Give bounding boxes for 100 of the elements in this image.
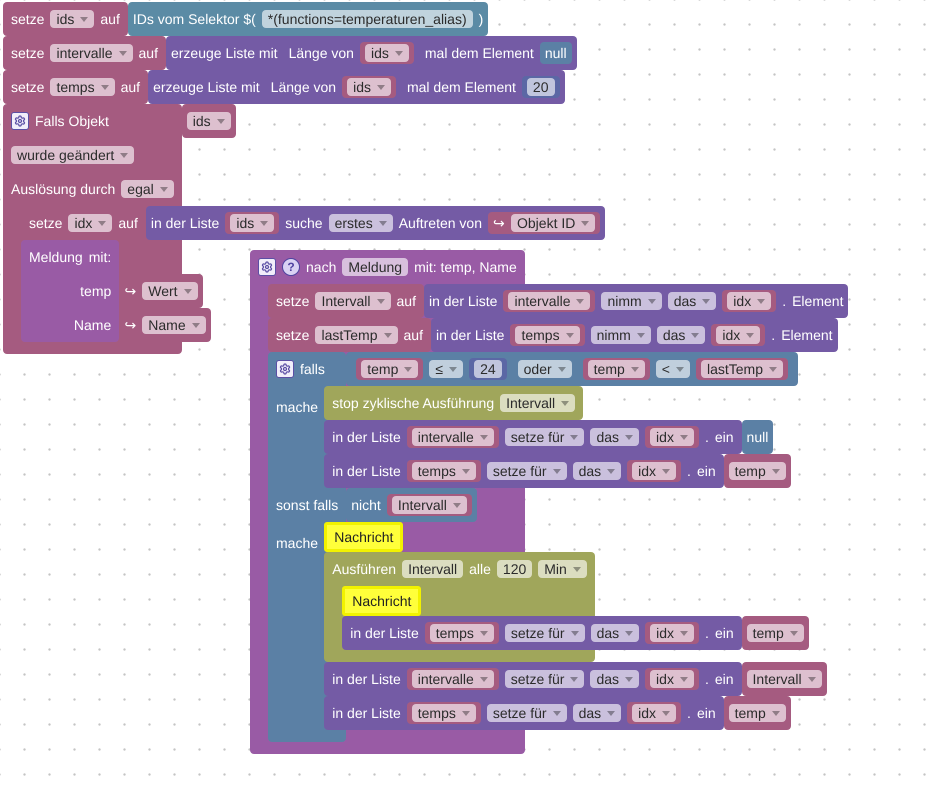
input-field[interactable]: *(functions=temperaturen_alias) (262, 10, 473, 28)
block-label: IDs vom Selektor $( (132, 10, 256, 28)
block-label: ein (696, 462, 716, 480)
block-label: Element (792, 292, 844, 310)
dropdown-field[interactable]: intervalle (412, 670, 494, 688)
gear-icon[interactable] (11, 112, 29, 130)
dropdown-field[interactable]: das (590, 624, 640, 642)
dropdown-field[interactable]: idx (650, 624, 694, 642)
input-field[interactable]: Meldung (342, 258, 408, 276)
caret-icon (561, 400, 570, 406)
dropdown-field[interactable]: wurde geändert (11, 146, 134, 164)
dropdown-field[interactable]: temp (746, 624, 804, 642)
dropdown-field[interactable]: das (590, 428, 640, 446)
caret-icon (570, 676, 578, 682)
dropdown-field[interactable]: das (590, 670, 640, 688)
dropdown-field[interactable]: lastTemp (700, 360, 784, 378)
input-field[interactable]: 120 (496, 560, 532, 578)
dropdown-field[interactable]: ids (186, 112, 231, 130)
dropdown-field[interactable]: Min (538, 560, 587, 578)
dropdown-field[interactable]: lastTemp (315, 326, 398, 344)
dropdown-field[interactable]: temps (515, 326, 580, 344)
block-label: ) (478, 10, 484, 28)
block-label: mit: temp, Name (414, 258, 517, 276)
dropdown-field[interactable]: das (572, 704, 622, 722)
dropdown-field[interactable]: setze für (504, 428, 584, 446)
dropdown-field[interactable]: temps (430, 624, 494, 642)
caret-icon (100, 84, 109, 90)
dropdown-field[interactable]: oder (518, 360, 572, 378)
gear-icon[interactable] (276, 360, 294, 378)
caret-icon (702, 298, 710, 304)
input-field[interactable]: Intervall (402, 560, 464, 578)
caret-icon (691, 332, 700, 338)
dropdown-field[interactable]: setze für (504, 624, 585, 642)
dropdown-field[interactable]: idx (68, 214, 112, 232)
dropdown-field[interactable]: Objekt ID (511, 214, 596, 232)
dropdown-field[interactable]: intervalle (412, 428, 494, 446)
dropdown-field[interactable]: egal (121, 180, 174, 198)
input-field[interactable]: 24 (474, 360, 502, 378)
dropdown-field[interactable]: das (572, 462, 622, 480)
dropdown-field[interactable]: idx (650, 428, 694, 446)
dropdown-field[interactable]: Name (142, 316, 206, 334)
dropdown-field[interactable]: intervalle (508, 292, 590, 310)
dropdown-field[interactable]: ids (50, 10, 94, 28)
comment-note: Nachricht (342, 586, 422, 616)
dropdown-field[interactable]: temps (412, 462, 476, 480)
dropdown-field[interactable]: setze für (504, 670, 584, 688)
dropdown-field[interactable]: temp (361, 360, 418, 378)
dropdown-field[interactable]: temps (412, 704, 476, 722)
block-label: nach (306, 258, 336, 276)
block-label: in der Liste (332, 462, 401, 480)
caret-icon (625, 434, 634, 440)
gear-icon[interactable] (258, 258, 276, 276)
dropdown-field[interactable]: temp (728, 462, 786, 480)
dropdown-field[interactable]: Wert (142, 282, 198, 300)
dropdown-field[interactable]: erstes (328, 214, 393, 232)
caret-icon (570, 434, 578, 440)
caret-icon (98, 220, 106, 226)
help-button[interactable]: ? (282, 258, 300, 276)
dropdown-field[interactable]: Intervall (746, 670, 822, 688)
dropdown-field[interactable]: < (656, 360, 690, 378)
dropdown-field[interactable]: idx (716, 326, 760, 344)
dropdown-field[interactable]: setze für (486, 462, 567, 480)
block-label: auf (138, 44, 158, 62)
input-field[interactable]: 20 (526, 78, 554, 96)
block-label: ↪ (124, 282, 136, 300)
dropdown-field[interactable]: idx (632, 704, 676, 722)
dropdown-field[interactable]: ids (347, 78, 391, 96)
dropdown-field[interactable]: Intervall (500, 394, 576, 412)
block-label: Meldung (29, 248, 83, 266)
dropdown-field[interactable]: nimm (601, 292, 662, 310)
caret-icon (376, 298, 384, 304)
block-label: setze (11, 10, 44, 28)
dropdown-field[interactable]: das (656, 326, 706, 344)
block-label: Auslösung durch (11, 180, 116, 198)
dropdown-field[interactable]: temps (50, 78, 115, 96)
dropdown-field[interactable]: intervalle (50, 44, 132, 62)
block-label: in der Liste (332, 704, 401, 722)
block-label: . (771, 326, 776, 344)
dropdown-field[interactable]: ≤ (429, 360, 464, 378)
dropdown-field[interactable]: Intervall (392, 496, 467, 514)
block-label: . (704, 428, 709, 446)
caret-icon (676, 366, 684, 372)
block-label: . (704, 670, 709, 688)
dropdown-field[interactable]: setze für (486, 704, 567, 722)
dropdown-field[interactable]: Intervall (315, 292, 390, 310)
dropdown-field[interactable]: ids (364, 44, 409, 62)
block-label: in der Liste (332, 428, 401, 446)
dropdown-field[interactable]: temp (588, 360, 645, 378)
block-label: erzeuge Liste mit (153, 78, 260, 96)
dropdown-field[interactable]: idx (650, 670, 694, 688)
dropdown-field[interactable]: ids (230, 214, 274, 232)
dropdown-field[interactable]: idx (632, 462, 676, 480)
dropdown-field[interactable]: temp (728, 704, 786, 722)
block-label: Ausführen (332, 560, 396, 578)
dropdown-field[interactable]: idx (727, 292, 772, 310)
block-label: temp (80, 282, 112, 300)
dropdown-field[interactable]: das (668, 292, 716, 310)
caret-icon (607, 468, 616, 474)
dropdown-field[interactable]: nimm (590, 326, 651, 344)
caret-icon (394, 50, 403, 56)
